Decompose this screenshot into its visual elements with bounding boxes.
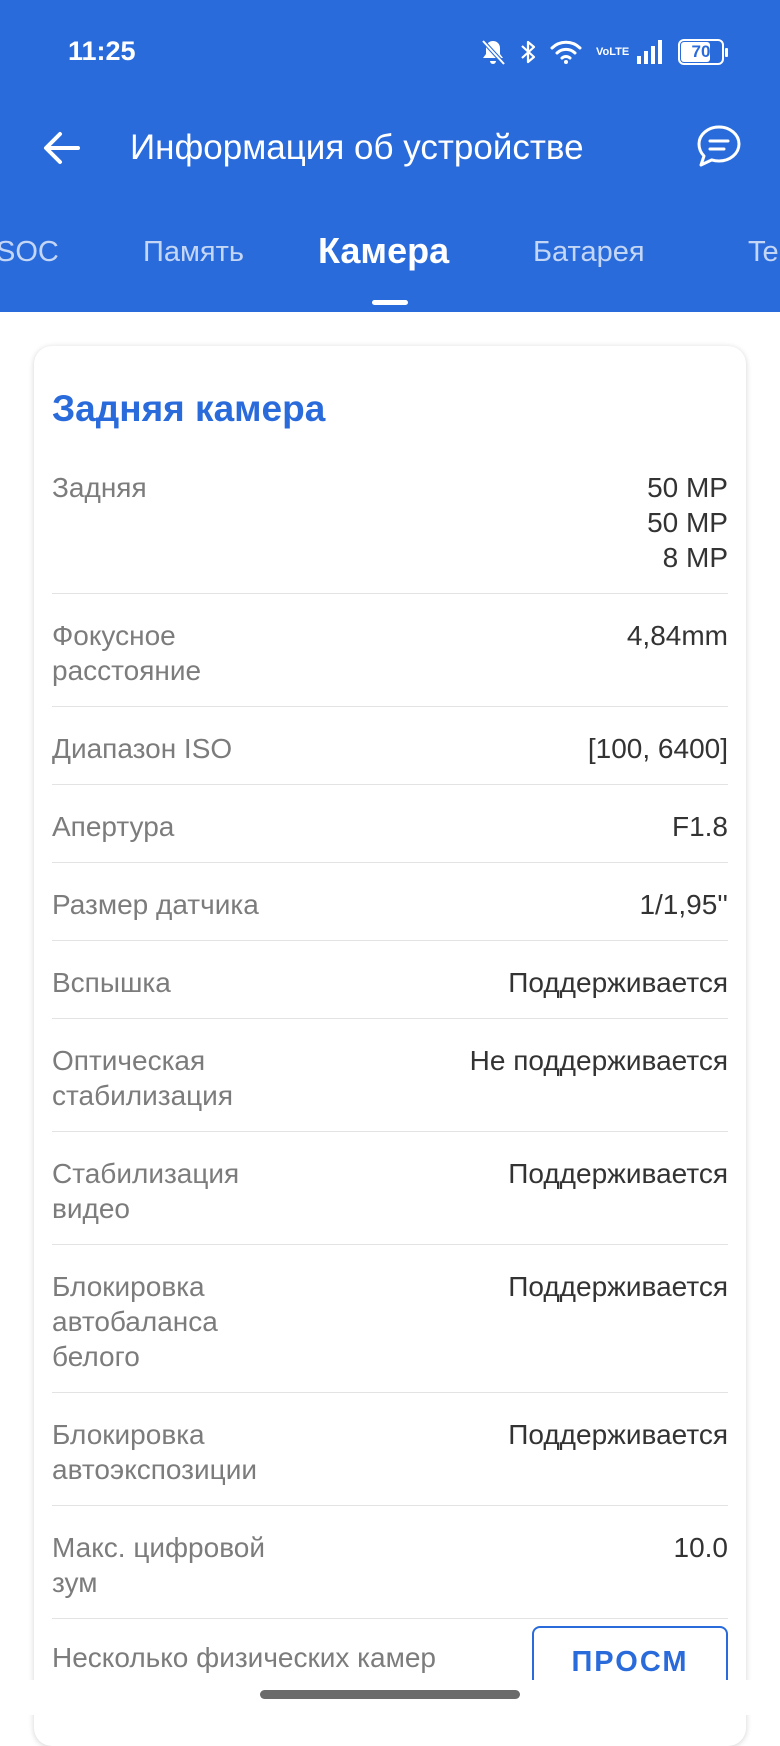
spec-label: Апертура [52,811,175,842]
battery-icon: 70 [678,39,728,65]
spec-label: Несколько физических камер [52,1642,436,1673]
spec-label: Блокировка автобаланса белого [52,1271,218,1372]
spec-value: 50 MP 50 MP 8 MP [647,472,728,573]
spec-value: Поддерживается [508,1419,728,1450]
spec-row-sensor-size: Размер датчика 1/1,95'' [52,881,728,941]
spec-row-awb-lock: Блокировка автобаланса белого Поддержива… [52,1263,728,1393]
app-header: 11:25 Vo LTE 70 Информация об устройстве… [0,0,780,312]
spec-label: Фокусное расстояние [52,620,202,686]
spec-label: Диапазон ISO [52,733,233,764]
tab-indicator [372,300,408,305]
spec-label: Оптическая стабилизация [52,1045,233,1111]
bluetooth-icon [520,38,536,66]
wifi-icon [550,39,582,65]
spec-row-digital-zoom: Макс. цифровой зум 10.0 [52,1524,728,1619]
spec-row-ae-lock: Блокировка автоэкспозиции Поддерживается [52,1411,728,1506]
tab-camera[interactable]: Камера [318,230,449,272]
signal-icon [636,40,664,64]
spec-list: Задняя 50 MP 50 MP 8 MP Фокусное расстоя… [52,464,728,1637]
rear-camera-card: Задняя камера Задняя 50 MP 50 MP 8 MP Фо… [34,346,746,1746]
chat-bubble-icon [697,125,741,167]
spec-label: Вспышка [52,967,171,998]
card-title: Задняя камера [52,388,326,429]
spec-label: Блокировка автоэкспозиции [52,1419,257,1485]
spec-value: 4,84mm [626,620,728,651]
tab-bar: SOC Память Камера Батарея Te [0,230,780,296]
spec-label: Стабилизация видео [52,1158,240,1224]
status-time: 11:25 [68,36,136,66]
home-indicator[interactable] [260,1690,520,1699]
spec-value: 10.0 [673,1532,729,1563]
status-icons: Vo LTE 70 [480,36,728,68]
page-title: Информация об устройстве [130,128,584,167]
spec-label: Макс. цифровой зум [52,1532,265,1598]
bell-muted-icon [480,38,506,66]
tab-next[interactable]: Te [748,236,779,269]
spec-row-video-stabilization: Стабилизация видео Поддерживается [52,1150,728,1245]
spec-row-flash: Вспышка Поддерживается [52,959,728,1019]
tab-memory[interactable]: Память [143,236,244,269]
spec-label: Задняя [52,472,147,503]
spec-value: Поддерживается [508,1158,728,1189]
feedback-button[interactable] [694,122,744,172]
spec-value: F1.8 [671,811,728,842]
back-button[interactable] [40,126,84,170]
battery-level: 70 [691,42,711,61]
spec-row-ois: Оптическая стабилизация Не поддерживаетс… [52,1037,728,1132]
spec-value: Поддерживается [508,1271,728,1302]
spec-value: [100, 6400] [587,733,728,764]
arrow-left-icon [44,132,80,164]
tab-battery[interactable]: Батарея [533,236,645,269]
spec-row-iso: Диапазон ISO [100, 6400] [52,725,728,785]
spec-row-aperture: Апертура F1.8 [52,803,728,863]
tab-soc[interactable]: SOC [0,236,59,269]
spec-row-focal-length: Фокусное расстояние 4,84mm [52,612,728,707]
spec-row-rear: Задняя 50 MP 50 MP 8 MP [52,464,728,594]
volte-icon: Vo LTE [596,46,630,58]
spec-value: Поддерживается [508,967,728,998]
spec-label: Размер датчика [52,889,259,920]
spec-value: Не поддерживается [469,1045,728,1076]
spec-value: 1/1,95'' [639,889,728,920]
